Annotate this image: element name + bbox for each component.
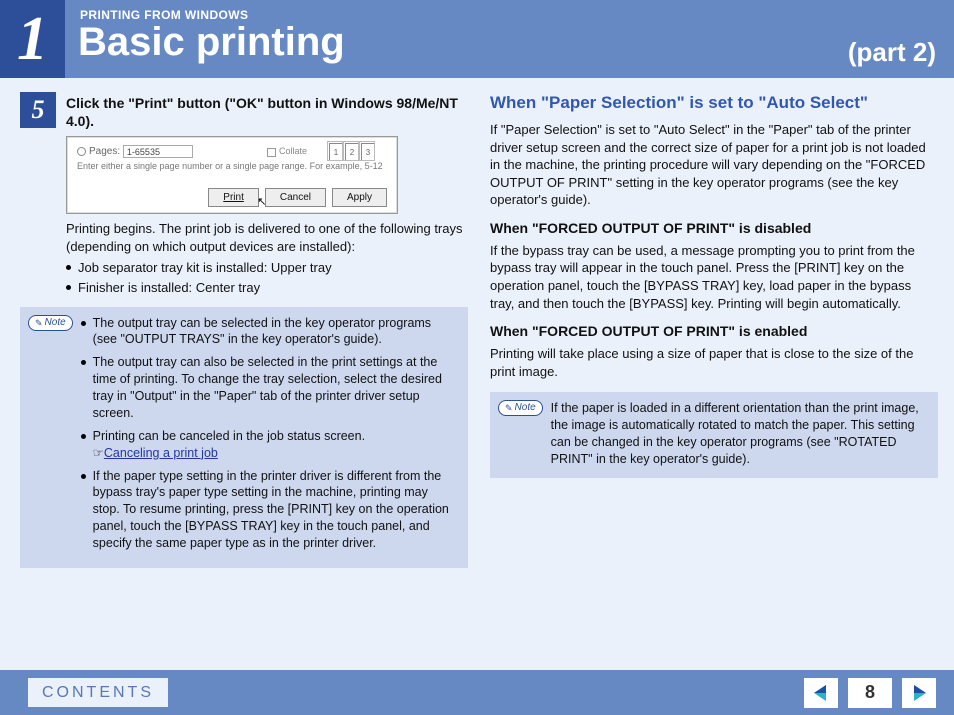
print-dialog-screenshot: Pages: 1-65535 Enter either a single pag… bbox=[66, 136, 398, 214]
section-text: Printing will take place using a size of… bbox=[490, 345, 938, 380]
next-page-button[interactable] bbox=[902, 678, 936, 708]
xref-icon: ☞ bbox=[93, 446, 104, 460]
tray-bullet: Job separator tray kit is installed: Upp… bbox=[66, 259, 468, 277]
chapter-number: 1 bbox=[0, 0, 65, 78]
section-text: If the bypass tray can be used, a messag… bbox=[490, 242, 938, 312]
part-label: (part 2) bbox=[848, 37, 936, 68]
step-body-text: Printing begins. The print job is delive… bbox=[66, 220, 468, 255]
section-heading: When "Paper Selection" is set to "Auto S… bbox=[490, 92, 938, 113]
subsection-heading: When "FORCED OUTPUT OF PRINT" is enabled bbox=[490, 322, 938, 341]
contents-button[interactable]: CONTENTS bbox=[28, 678, 168, 707]
tray-bullet: Finisher is installed: Center tray bbox=[66, 279, 468, 297]
page-footer: CONTENTS 8 bbox=[0, 670, 954, 715]
page-header: 1 PRINTING FROM WINDOWS Basic printing (… bbox=[0, 0, 954, 78]
dialog-print-button: Print ↖ bbox=[208, 188, 259, 208]
pages-hint: Enter either a single page number or a s… bbox=[77, 162, 387, 172]
note-item: The output tray can be selected in the k… bbox=[81, 315, 458, 349]
note-box: Note If the paper is loaded in a differe… bbox=[490, 392, 938, 478]
dialog-cancel-button: Cancel bbox=[265, 188, 326, 208]
step-number: 5 bbox=[20, 92, 56, 128]
page-title: Basic printing bbox=[78, 20, 345, 65]
arrow-right-icon bbox=[909, 683, 929, 703]
dialog-apply-button: Apply bbox=[332, 188, 387, 208]
note-icon: Note bbox=[28, 315, 73, 331]
collate-checkbox-label: Collate bbox=[279, 146, 307, 156]
note-item: Printing can be canceled in the job stat… bbox=[81, 428, 458, 462]
pages-range-field: 1-65535 bbox=[123, 145, 193, 158]
subsection-heading: When "FORCED OUTPUT OF PRINT" is disable… bbox=[490, 219, 938, 238]
note-item: If the paper type setting in the printer… bbox=[81, 468, 458, 552]
section-text: If "Paper Selection" is set to "Auto Sel… bbox=[490, 121, 938, 209]
note-text: If the paper is loaded in a different or… bbox=[551, 400, 928, 468]
note-box: Note The output tray can be selected in … bbox=[20, 307, 468, 568]
pages-radio-label: Pages: bbox=[89, 147, 120, 158]
step-title: Click the "Print" button ("OK" button in… bbox=[66, 92, 468, 130]
page-number: 8 bbox=[848, 678, 892, 708]
note-icon: Note bbox=[498, 400, 543, 416]
collate-icon: 1 2 3 bbox=[329, 143, 375, 161]
note-item: The output tray can also be selected in … bbox=[81, 354, 458, 422]
arrow-left-icon bbox=[811, 683, 831, 703]
cancel-job-link[interactable]: Canceling a print job bbox=[104, 446, 218, 460]
prev-page-button[interactable] bbox=[804, 678, 838, 708]
